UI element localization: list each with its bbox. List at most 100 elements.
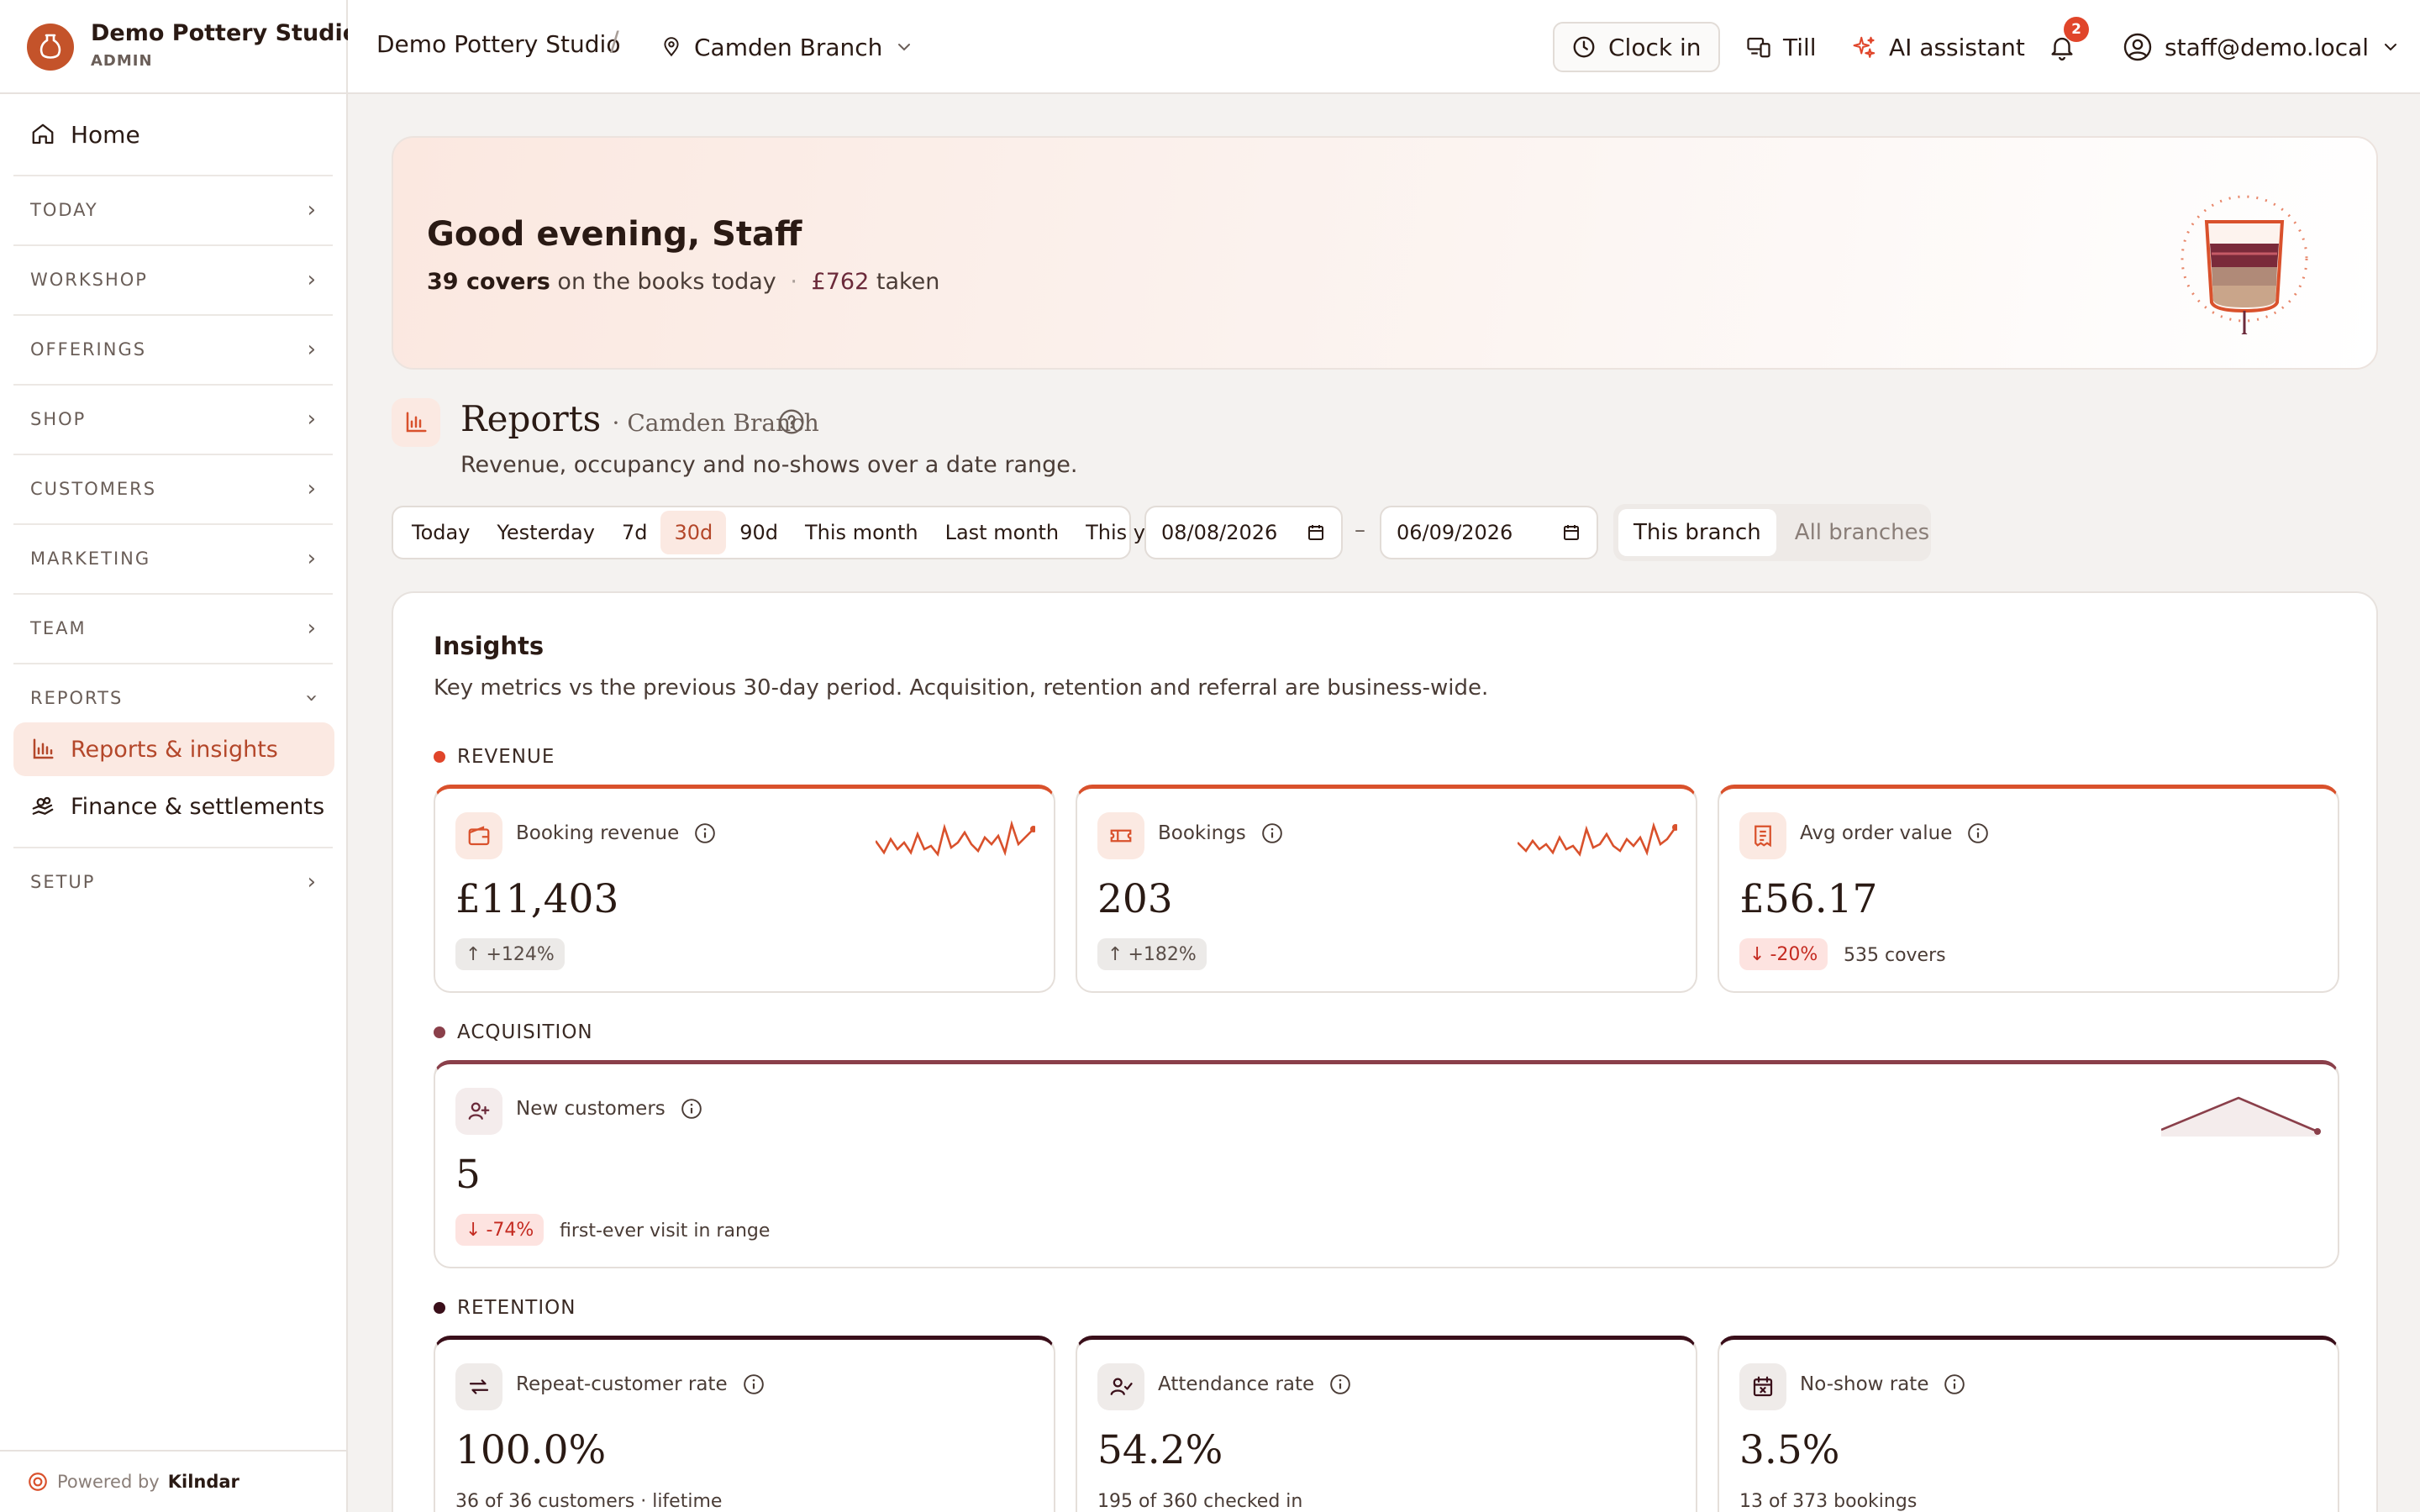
card-label-text: Booking revenue <box>516 822 680 844</box>
info-icon[interactable] <box>1261 822 1283 844</box>
powered-by-brand: Kilndar <box>167 1472 239 1492</box>
chevron-down-icon <box>898 44 911 51</box>
card-note: 535 covers <box>1844 945 1946 966</box>
page-title: Reports · Camden Branch <box>460 398 819 439</box>
sparkles-icon <box>1853 36 1876 58</box>
user-circle-icon <box>2123 33 2152 61</box>
ai-assistant-button[interactable]: AI assistant <box>1835 22 2042 72</box>
card-avg-order-value[interactable]: Avg order value £56.17 ↓ -20% 535 covers <box>1718 785 2339 993</box>
section-revenue-label: REVENUE <box>434 746 555 768</box>
card-label: New customers <box>516 1098 702 1120</box>
sidebar-section-offerings[interactable]: OFFERINGS › <box>13 314 333 383</box>
pottery-vase-logo-icon <box>27 24 74 71</box>
delta-value: +124% <box>486 943 555 965</box>
acquisition-dot <box>434 1026 445 1038</box>
scope-this-branch[interactable]: This branch <box>1618 509 1776 556</box>
section-label: TEAM <box>30 618 87 638</box>
sidebar-item-label: Home <box>71 120 140 149</box>
card-no-show-rate[interactable]: No-show rate 3.5% 13 of 373 bookings <box>1718 1336 2339 1512</box>
calendar-icon[interactable] <box>1306 522 1326 543</box>
bar-chart-icon <box>406 412 427 433</box>
card-attendance-rate[interactable]: Attendance rate 54.2% 195 of 360 checked… <box>1076 1336 1697 1512</box>
section-label: OFFERINGS <box>30 339 147 360</box>
section-acquisition-label: ACQUISITION <box>434 1021 593 1043</box>
user-menu[interactable]: staff@demo.local <box>2106 22 2417 72</box>
card-note: 36 of 36 customers · lifetime <box>455 1491 723 1512</box>
delta-badge: ↓ -74% <box>455 1214 544 1246</box>
insights-description: Key metrics vs the previous 30-day perio… <box>434 675 1489 701</box>
help-circle-icon[interactable] <box>778 408 805 435</box>
date-range-presets: Today Yesterday 7d 30d 90d This month La… <box>392 506 1178 559</box>
delta-value: -74% <box>486 1219 534 1241</box>
card-new-customers[interactable]: New customers 5 ↓ -74% first-ever visit i… <box>434 1060 2339 1268</box>
sidebar-section-team[interactable]: TEAM › <box>13 593 333 662</box>
sidebar-section-reports[interactable]: REPORTS › <box>13 663 333 732</box>
range-7d[interactable]: 7d <box>608 511 661 554</box>
sidebar-item-reports-insights[interactable]: Reports & insights <box>13 722 334 776</box>
sidebar-section-customers[interactable]: CUSTOMERS › <box>13 454 333 522</box>
range-today[interactable]: Today <box>398 511 483 554</box>
powered-by-prefix: Powered by <box>57 1472 160 1492</box>
section-label: SHOP <box>30 409 87 429</box>
clock-in-button[interactable]: Clock in <box>1553 22 1720 72</box>
card-bookings[interactable]: Bookings 203 ↑ +182% <box>1076 785 1697 993</box>
info-icon[interactable] <box>1967 822 1989 844</box>
card-label: Attendance rate <box>1158 1373 1351 1395</box>
range-this-month[interactable]: This month <box>792 511 932 554</box>
calendar-x-icon <box>1739 1363 1786 1410</box>
sidebar-item-home[interactable]: Home <box>13 111 333 158</box>
range-30d[interactable]: 30d <box>660 511 727 554</box>
chevron-right-icon: › <box>307 616 316 641</box>
info-icon[interactable] <box>694 822 716 844</box>
powered-by[interactable]: Powered by Kilndar <box>0 1450 348 1512</box>
summary-separator: · <box>790 269 797 295</box>
card-label: Bookings <box>1158 822 1283 844</box>
revenue-dot <box>434 751 445 763</box>
sidebar-section-today[interactable]: TODAY › <box>13 175 333 244</box>
chevron-right-icon: › <box>307 407 316 432</box>
taken-suffix: taken <box>876 269 940 295</box>
card-label-text: Repeat-customer rate <box>516 1373 728 1395</box>
card-value: 3.5% <box>1739 1427 1840 1473</box>
brand-header[interactable]: Demo Pottery Studio ADMIN <box>0 0 358 94</box>
sidebar-section-setup[interactable]: SETUP › <box>13 847 333 916</box>
range-yesterday[interactable]: Yesterday <box>483 511 608 554</box>
card-label-text: New customers <box>516 1098 666 1120</box>
info-icon[interactable] <box>743 1373 765 1395</box>
breadcrumb-studio[interactable]: Demo Pottery Studio <box>376 30 620 58</box>
sidebar-item-label: Reports & insights <box>71 736 278 763</box>
scope-all-branches[interactable]: All branches <box>1780 509 1944 556</box>
new-customers-sparkline <box>2161 1096 2321 1137</box>
info-icon[interactable] <box>681 1098 702 1120</box>
till-button[interactable]: Till <box>1729 22 1833 72</box>
card-value: £56.17 <box>1739 876 1878 922</box>
card-repeat-customer-rate[interactable]: Repeat-customer rate 100.0% 36 of 36 cus… <box>434 1336 1055 1512</box>
info-icon[interactable] <box>1329 1373 1351 1395</box>
reports-title: Reports <box>460 398 602 439</box>
drink-glass-illustration-icon <box>2181 195 2308 334</box>
chevron-down-icon <box>2385 44 2397 51</box>
date-to-value: 06/09/2026 <box>1397 521 1513 544</box>
info-icon[interactable] <box>1944 1373 1965 1395</box>
branch-scope-toggle: This branch All branches <box>1613 504 1931 561</box>
range-last-month[interactable]: Last month <box>932 511 1073 554</box>
greeting-summary: 39 covers on the books today · £762 take… <box>427 269 939 295</box>
sidebar-section-shop[interactable]: SHOP › <box>13 384 333 453</box>
calendar-icon[interactable] <box>1561 522 1581 543</box>
breadcrumb-separator: / <box>610 25 619 57</box>
date-from-input[interactable]: 08/08/2026 <box>1144 506 1343 559</box>
card-booking-revenue[interactable]: Booking revenue £11,403 ↑ +124% <box>434 785 1055 993</box>
sidebar-item-finance-settlements[interactable]: Finance & settlements <box>13 780 334 833</box>
branch-selector[interactable]: Camden Branch <box>660 25 914 69</box>
range-90d[interactable]: 90d <box>726 511 792 554</box>
sidebar-item-label: Finance & settlements <box>71 793 325 820</box>
wallet-icon <box>455 812 502 859</box>
insights-panel: Insights Key metrics vs the previous 30-… <box>392 591 2378 1512</box>
sidebar-section-marketing[interactable]: MARKETING › <box>13 523 333 592</box>
date-to-input[interactable]: 06/09/2026 <box>1380 506 1598 559</box>
receipt-icon <box>1739 812 1786 859</box>
section-label-text: ACQUISITION <box>457 1021 593 1043</box>
chevron-right-icon: › <box>307 869 316 895</box>
sidebar-section-workshop[interactable]: WORKSHOP › <box>13 244 333 313</box>
reports-header-icon <box>392 398 440 447</box>
